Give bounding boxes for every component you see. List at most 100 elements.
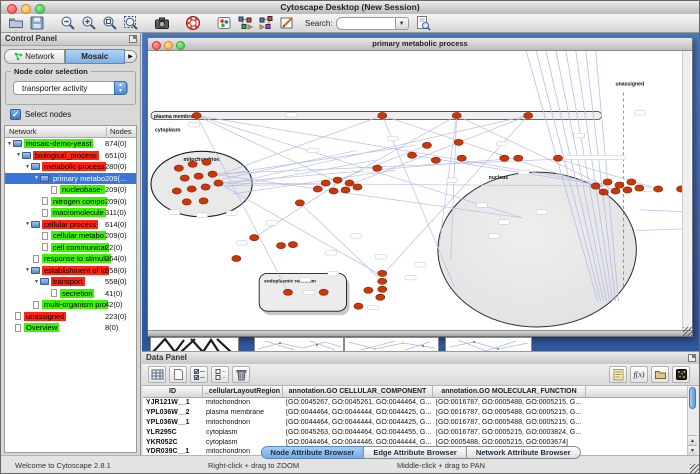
function-builder-icon[interactable]: f(x) <box>630 366 648 383</box>
network-node[interactable] <box>341 187 350 193</box>
search-apply-icon[interactable] <box>414 15 433 32</box>
network-node[interactable] <box>329 188 338 194</box>
network-node[interactable] <box>232 255 241 261</box>
network-node[interactable] <box>276 243 285 249</box>
tree-row[interactable]: Overview8(0) <box>5 322 136 334</box>
network-node[interactable] <box>599 189 608 195</box>
tree-row[interactable]: ▼biological_process651(0) <box>5 150 136 162</box>
background-window-fragment[interactable] <box>254 337 344 352</box>
tree-row[interactable]: nitrogen compo209(0) <box>5 196 136 208</box>
network-node[interactable] <box>333 177 342 183</box>
network-node[interactable] <box>514 155 523 161</box>
network-node[interactable] <box>623 187 632 193</box>
annotation-icon[interactable] <box>277 15 296 32</box>
minimize-window-button[interactable] <box>21 4 31 14</box>
network-node[interactable] <box>313 186 322 192</box>
tree-row[interactable]: response to stimulu264(0) <box>5 253 136 265</box>
network-node[interactable] <box>431 157 440 163</box>
network-node[interactable] <box>202 159 211 165</box>
network-node[interactable] <box>376 294 385 300</box>
tab-overflow-arrow-icon[interactable]: ▶ <box>125 50 137 63</box>
network-node[interactable] <box>283 289 292 295</box>
network-node[interactable] <box>180 175 189 181</box>
tab-network-attribute-browser[interactable]: Network Attribute Browser <box>467 446 581 459</box>
float-panel-icon[interactable] <box>129 35 137 43</box>
network-node[interactable] <box>208 171 217 177</box>
tree-row[interactable]: secretion41(0) <box>5 288 136 300</box>
column-header[interactable]: _cellularLayoutRegion <box>203 386 283 397</box>
expand-triangle-icon[interactable]: ▼ <box>33 175 40 181</box>
expand-triangle-icon[interactable]: ▼ <box>24 221 31 227</box>
tab-network[interactable]: Network <box>4 49 65 64</box>
inner-maximize-button[interactable] <box>176 41 185 50</box>
network-node[interactable] <box>603 179 612 185</box>
node-color-combo[interactable]: transporter activity ▲▼ <box>13 81 128 95</box>
open-file-icon[interactable] <box>6 15 25 32</box>
table-row[interactable]: YLR295Ccytoplasm[GO:0045263, GO:0044464,… <box>143 427 688 437</box>
save-session-icon[interactable] <box>27 15 46 32</box>
network-node[interactable] <box>194 173 203 179</box>
network-node[interactable] <box>187 186 196 192</box>
maximize-window-button[interactable] <box>35 4 45 14</box>
import-attributes-icon[interactable] <box>651 366 669 383</box>
tree-row[interactable]: macromolecule311(0) <box>5 207 136 219</box>
network-node[interactable] <box>615 182 624 188</box>
network-node[interactable] <box>201 184 210 190</box>
app-resize-grip[interactable] <box>690 464 699 473</box>
tab-edge-attribute-browser[interactable]: Edge Attribute Browser <box>364 446 466 459</box>
network-node[interactable] <box>378 278 387 284</box>
search-input[interactable] <box>336 17 396 30</box>
tree-row[interactable]: ▼cellular process614(0) <box>5 219 136 231</box>
tree-row[interactable]: ▼establishment of lo558(0) <box>5 265 136 277</box>
network-node[interactable] <box>214 180 223 186</box>
vizmapper-icon[interactable] <box>214 15 233 32</box>
network-node[interactable] <box>591 183 600 189</box>
network-node[interactable] <box>457 155 466 161</box>
column-header[interactable] <box>586 386 688 397</box>
data-panel-scrollbar[interactable]: ▲ ▼ <box>687 386 698 456</box>
network-node[interactable] <box>353 184 362 190</box>
network-vertical-scrollbar[interactable] <box>682 51 691 330</box>
network-node[interactable] <box>188 161 197 167</box>
network-node[interactable] <box>407 152 416 158</box>
select-nodes-checkbox[interactable]: ✓ <box>10 109 21 120</box>
snapshot-icon[interactable] <box>152 15 171 32</box>
network-node[interactable] <box>288 242 297 248</box>
network-node[interactable] <box>422 142 431 148</box>
network-node[interactable] <box>378 286 387 292</box>
tree-row[interactable]: cellular metabo209(0) <box>5 230 136 242</box>
network-node[interactable] <box>373 165 382 171</box>
network-node[interactable] <box>199 198 208 204</box>
network-node[interactable] <box>452 112 461 118</box>
network-canvas[interactable]: plasma membrane cytoplasm mitochondrion … <box>149 51 691 330</box>
table-row[interactable]: YJR121W__1mitochondrion[GO:0045267, GO:0… <box>143 398 688 408</box>
search-dropdown-arrow-icon[interactable]: ▼ <box>396 17 409 30</box>
delete-attribute-icon[interactable] <box>232 366 250 383</box>
tree-row[interactable]: ▼primary metabo209(... <box>5 173 136 185</box>
column-header[interactable]: annotation.GO CELLULAR_COMPONENT <box>283 386 433 397</box>
column-header[interactable]: ID <box>143 386 203 397</box>
network-view-window[interactable]: primary metabolic process plasma membran… <box>147 37 693 337</box>
network-node[interactable] <box>345 180 354 186</box>
network-node[interactable] <box>611 188 620 194</box>
network-node[interactable] <box>182 199 191 205</box>
network-node[interactable] <box>627 179 636 185</box>
tree-row[interactable]: ▼transport558(0) <box>5 276 136 288</box>
table-row[interactable]: YPL036W__1mitochondrion[GO:0044464, GO:0… <box>143 418 688 428</box>
tree-row[interactable]: unassigned223(0) <box>5 311 136 323</box>
close-window-button[interactable] <box>7 4 17 14</box>
expand-triangle-icon[interactable]: ▼ <box>24 164 31 170</box>
layout-a-icon[interactable] <box>235 15 254 32</box>
background-window-fragment[interactable] <box>344 337 439 352</box>
tree-row[interactable]: cell communicat22(0) <box>5 242 136 254</box>
tree-row[interactable]: ▼mosaic-demo-yeast874(0) <box>5 138 136 150</box>
tree-row[interactable]: multi-organism pro42(0) <box>5 299 136 311</box>
expand-triangle-icon[interactable]: ▼ <box>6 141 13 147</box>
network-node[interactable] <box>524 112 533 118</box>
help-icon[interactable] <box>183 15 202 32</box>
network-node[interactable] <box>454 139 463 145</box>
tree-row[interactable]: nucleobase-209(0) <box>5 184 136 196</box>
table-row[interactable]: YPL036W__2plasma membrane[GO:0044464, GO… <box>143 408 688 418</box>
network-node[interactable] <box>364 287 373 293</box>
window-resize-grip[interactable] <box>683 327 692 336</box>
